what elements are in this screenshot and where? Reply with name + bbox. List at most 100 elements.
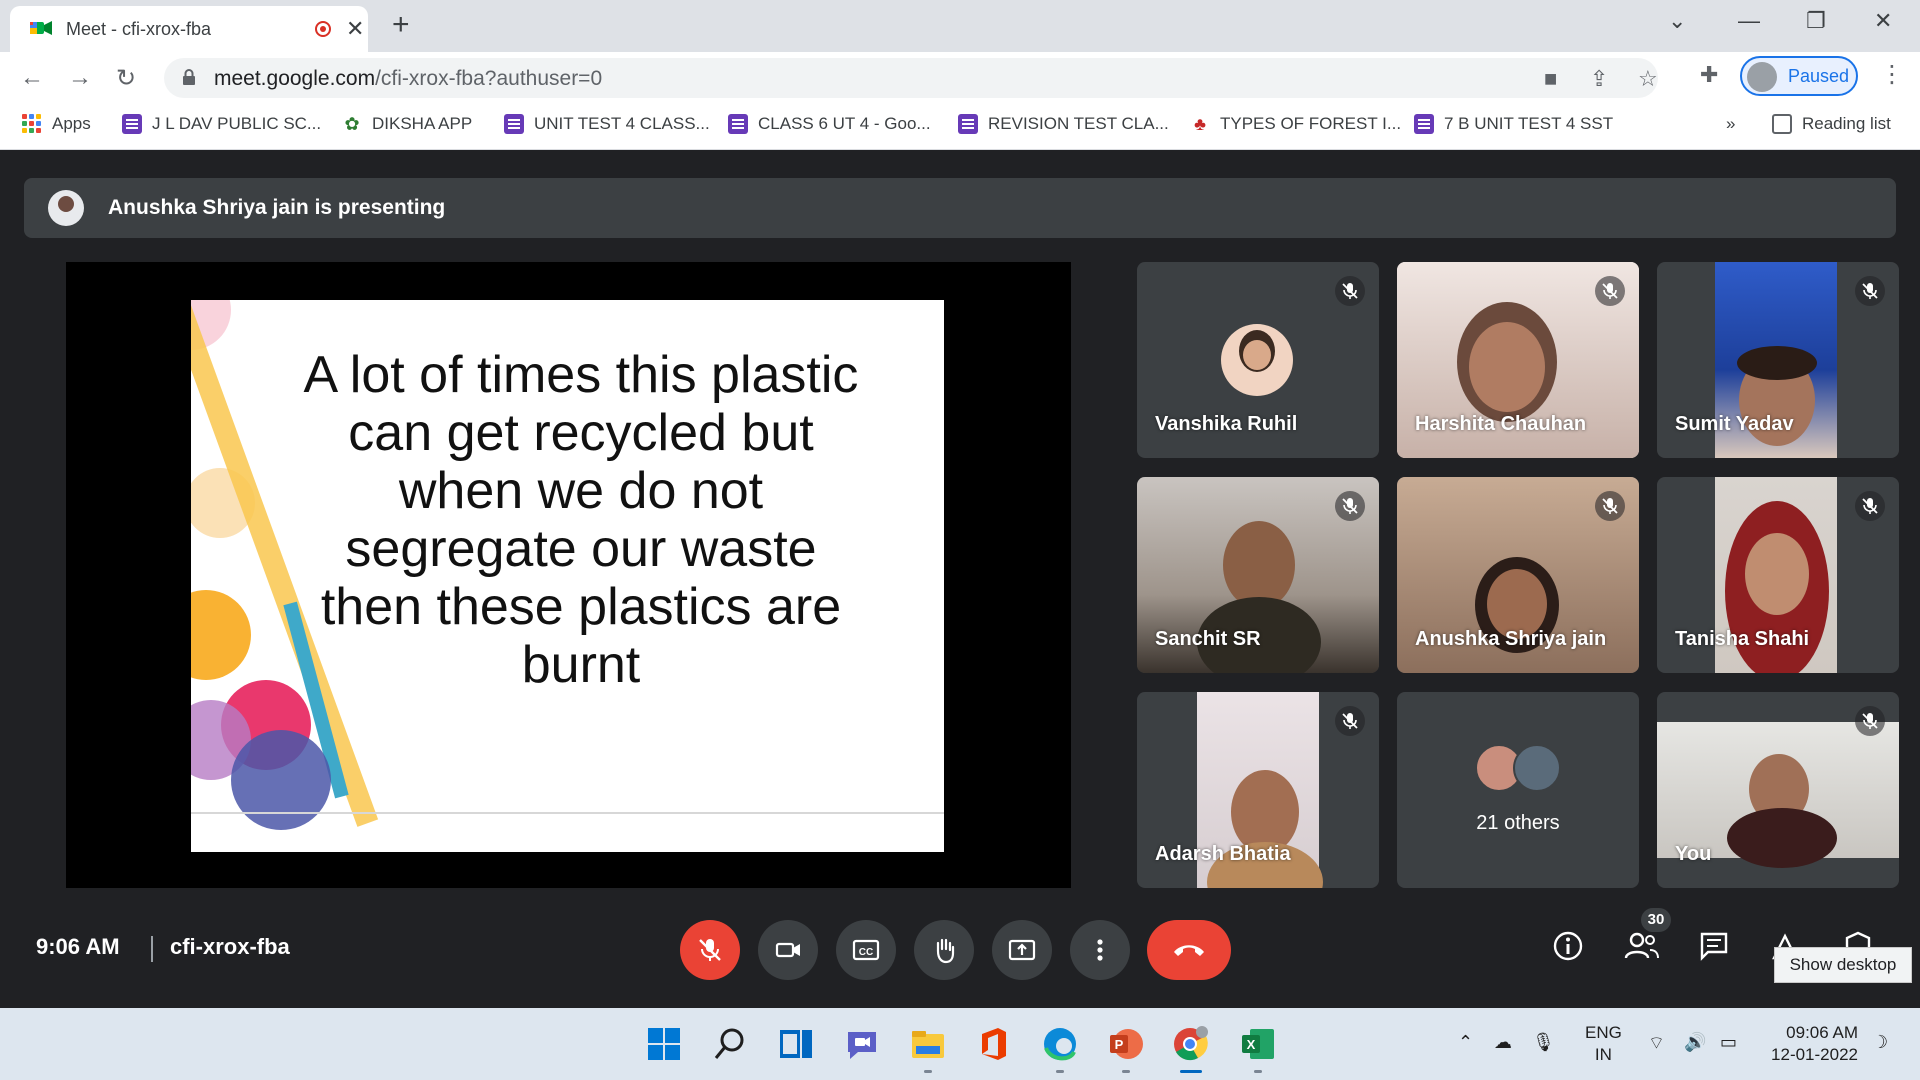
- meeting-code: cfi-xrox-fba: [170, 934, 290, 959]
- participant-tile[interactable]: Tanisha Shahi: [1657, 477, 1899, 673]
- bookmark-label: DIKSHA APP: [372, 114, 473, 133]
- browser-menu-icon[interactable]: ⋮: [1880, 60, 1904, 89]
- reload-icon[interactable]: ↻: [116, 64, 136, 93]
- more-options-button[interactable]: [1070, 920, 1130, 980]
- excel-icon[interactable]: X: [1240, 1026, 1276, 1062]
- captions-button[interactable]: CC: [836, 920, 896, 980]
- microphone-in-use-icon[interactable]: 🎙: [1532, 1032, 1555, 1053]
- bookmark-item[interactable]: CLASS 6 UT 4 - Goo...: [728, 114, 931, 134]
- participant-name: You: [1675, 843, 1712, 865]
- reading-list-label: Reading list: [1802, 114, 1891, 133]
- new-tab-icon[interactable]: +: [392, 8, 410, 42]
- participant-tile[interactable]: Sumit Yadav: [1657, 262, 1899, 458]
- participant-face: [1745, 533, 1809, 615]
- bookmark-label: Apps: [52, 114, 91, 133]
- powerpoint-icon[interactable]: P: [1108, 1026, 1144, 1062]
- others-tile[interactable]: 21 others: [1397, 692, 1639, 888]
- bookmark-item[interactable]: 7 B UNIT TEST 4 SST: [1414, 114, 1613, 134]
- bookmarks-overflow[interactable]: »: [1726, 114, 1735, 134]
- forms-icon: [728, 114, 748, 134]
- profile-button[interactable]: Paused: [1740, 56, 1858, 96]
- reading-list[interactable]: Reading list: [1772, 114, 1891, 134]
- people-icon[interactable]: [1624, 930, 1660, 962]
- tab-search-icon[interactable]: ⌄: [1668, 8, 1686, 34]
- present-button[interactable]: [992, 920, 1052, 980]
- participant-tile[interactable]: Sanchit SR: [1137, 477, 1379, 673]
- forest-icon: ♣: [1194, 114, 1206, 134]
- svg-text:CC: CC: [859, 947, 873, 958]
- slide-line: A lot of times this plastic: [303, 346, 859, 404]
- edge-icon[interactable]: [1042, 1026, 1078, 1062]
- show-hidden-icons-icon[interactable]: ⌃: [1458, 1032, 1473, 1053]
- bookmark-star-icon[interactable]: ☆: [1638, 66, 1658, 92]
- address-bar[interactable]: meet.google.com/cfi-xrox-fba?authuser=0 …: [164, 58, 1658, 98]
- wifi-icon[interactable]: ⌔: [1648, 1032, 1665, 1055]
- chat-icon[interactable]: [1698, 930, 1730, 962]
- back-icon[interactable]: ←: [20, 64, 44, 92]
- extensions-icon[interactable]: ✚: [1700, 62, 1718, 88]
- google-meet-icon: [30, 21, 52, 35]
- office-icon[interactable]: [976, 1026, 1012, 1062]
- input-language[interactable]: ENG IN: [1585, 1022, 1622, 1066]
- windows-start-icon[interactable]: [646, 1026, 682, 1062]
- url-host: meet.google.com: [214, 67, 376, 90]
- hang-up-icon: [1174, 945, 1204, 956]
- svg-text:X: X: [1247, 1037, 1256, 1052]
- bookmark-item[interactable]: ♣ TYPES OF FOREST I...: [1190, 114, 1401, 134]
- share-icon[interactable]: ⇪: [1590, 66, 1608, 92]
- participant-tile[interactable]: Vanshika Ruhil: [1137, 262, 1379, 458]
- presenting-text: Anushka Shriya jain is presenting: [108, 196, 446, 219]
- tab-title: Meet - cfi-xrox-fba: [66, 19, 212, 39]
- browser-tab[interactable]: Meet - cfi-xrox-fba ✕: [10, 6, 368, 52]
- lang-top: ENG: [1585, 1023, 1622, 1042]
- active-indicator: [1180, 1070, 1202, 1073]
- meeting-details-icon[interactable]: [1552, 930, 1584, 962]
- presenting-banner: Anushka Shriya jain is presenting: [24, 178, 1896, 238]
- mic-toggle-button[interactable]: [680, 920, 740, 980]
- close-tab-icon[interactable]: ✕: [346, 16, 364, 42]
- participant-tile[interactable]: Harshita Chauhan: [1397, 262, 1639, 458]
- forms-icon: [504, 114, 524, 134]
- teams-chat-icon[interactable]: [844, 1026, 880, 1062]
- chrome-icon[interactable]: [1172, 1026, 1208, 1062]
- restore-icon[interactable]: ❐: [1806, 8, 1826, 34]
- people-count-badge: 30: [1641, 908, 1671, 932]
- slide-divider: [191, 812, 944, 814]
- profile-avatar: [1747, 62, 1777, 92]
- slide-line: when we do not: [398, 462, 764, 520]
- bookmark-apps[interactable]: Apps: [22, 114, 91, 134]
- bookmark-label: UNIT TEST 4 CLASS...: [534, 114, 710, 133]
- captions-icon: CC: [852, 939, 880, 961]
- bookmark-label: TYPES OF FOREST I...: [1220, 114, 1402, 133]
- lock-icon: [183, 69, 195, 85]
- participant-tile[interactable]: Adarsh Bhatia: [1137, 692, 1379, 888]
- system-clock[interactable]: 09:06 AM 12-01-2022: [1764, 1022, 1858, 1066]
- leave-call-button[interactable]: [1147, 920, 1231, 980]
- camera-in-use-icon[interactable]: ■: [1544, 66, 1557, 92]
- close-window-icon[interactable]: ✕: [1874, 8, 1892, 34]
- camera-toggle-button[interactable]: [758, 920, 818, 980]
- slide-line: then these plastics are: [320, 578, 842, 636]
- battery-icon[interactable]: ▭: [1720, 1032, 1737, 1053]
- others-count: 21 others: [1476, 812, 1560, 834]
- volume-icon[interactable]: 🔊: [1684, 1032, 1706, 1053]
- self-tile[interactable]: You: [1657, 692, 1899, 888]
- search-icon[interactable]: [712, 1026, 748, 1062]
- forward-icon[interactable]: →: [68, 64, 92, 92]
- participant-face: [1469, 322, 1545, 412]
- onedrive-icon[interactable]: ☁: [1494, 1032, 1512, 1053]
- mic-off-icon: [1855, 491, 1885, 521]
- bookmark-item[interactable]: J L DAV PUBLIC SC...: [122, 114, 321, 134]
- participant-tile[interactable]: Anushka Shriya jain: [1397, 477, 1639, 673]
- participant-name: Vanshika Ruhil: [1155, 413, 1298, 435]
- minimize-icon[interactable]: —: [1738, 8, 1760, 34]
- bookmark-item[interactable]: UNIT TEST 4 CLASS...: [504, 114, 710, 134]
- bookmark-item[interactable]: REVISION TEST CLA...: [958, 114, 1169, 134]
- task-view-icon[interactable]: [778, 1026, 814, 1062]
- file-explorer-icon[interactable]: [910, 1026, 946, 1062]
- bookmark-item[interactable]: ✿ DIKSHA APP: [342, 114, 472, 134]
- participant-avatar: [1513, 744, 1561, 792]
- raise-hand-button[interactable]: [914, 920, 974, 980]
- apps-grid-icon: [22, 114, 42, 134]
- notifications-icon[interactable]: ☽: [1872, 1032, 1888, 1053]
